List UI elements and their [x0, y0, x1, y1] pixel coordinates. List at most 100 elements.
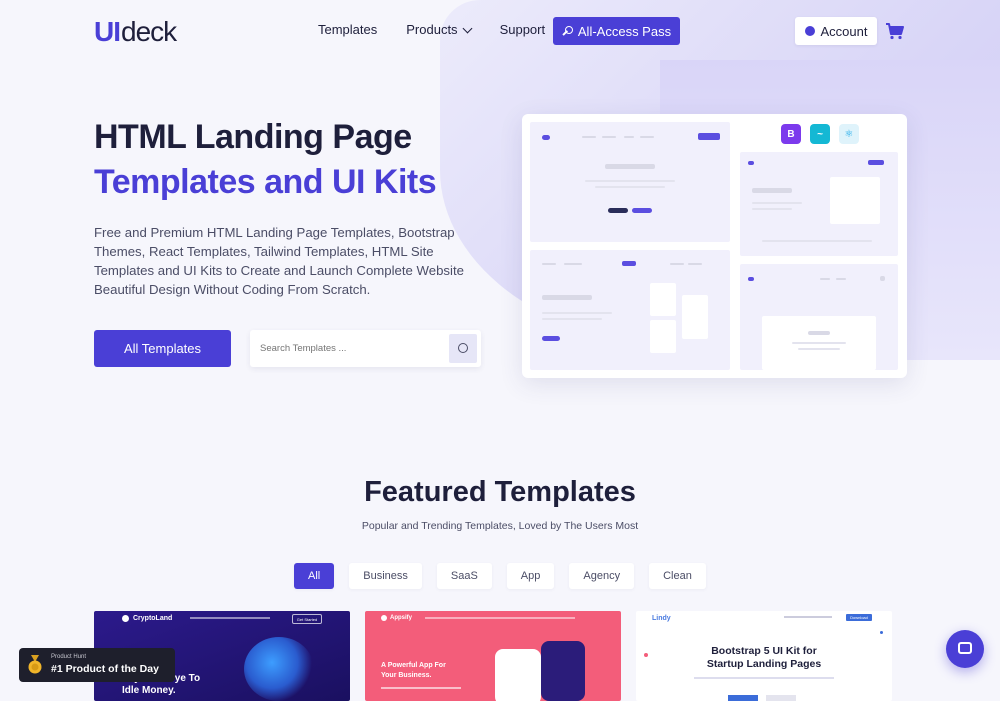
preview-line	[605, 164, 655, 169]
filter-agency[interactable]: Agency	[569, 563, 635, 589]
preview-line	[752, 188, 792, 193]
bootstrap-icon: B	[781, 124, 801, 144]
preview-line	[542, 318, 602, 320]
preview-line	[542, 312, 612, 314]
preview-button	[608, 208, 628, 213]
account-label: Account	[820, 23, 868, 39]
preview-line	[564, 263, 582, 265]
phone-mockup	[541, 641, 585, 701]
all-access-pass-button[interactable]: All-Access Pass	[553, 17, 680, 45]
card-headline-line2: Startup Landing Pages	[706, 658, 822, 670]
brand-logo-icon	[122, 615, 129, 622]
preview-logos	[762, 240, 872, 242]
preview-icon	[880, 276, 885, 281]
template-filters: All Business SaaS App Agency Clean	[294, 563, 706, 589]
card-nav	[190, 617, 270, 619]
nav-support[interactable]: Support	[500, 22, 546, 37]
logo-ui-text: UI	[94, 16, 121, 47]
card-headline: Bootstrap 5 UI Kit for Startup Landing P…	[636, 645, 892, 671]
card-text-line	[381, 687, 461, 689]
nav-products-label: Products	[406, 22, 458, 37]
uideck-logo[interactable]: UI deck	[94, 16, 177, 48]
all-templates-button[interactable]: All Templates	[94, 330, 231, 367]
user-icon	[804, 26, 815, 36]
filter-saas[interactable]: SaaS	[436, 563, 492, 589]
hero-description: Free and Premium HTML Landing Page Templ…	[94, 225, 464, 297]
preview-card	[530, 122, 730, 242]
filter-all[interactable]: All	[294, 563, 335, 589]
react-icon: ⚛	[839, 124, 859, 144]
brand-logo-icon	[381, 615, 387, 621]
card-headline-line1: Bootstrap 5 UI Kit for	[711, 645, 817, 657]
preview-card	[740, 152, 898, 256]
preview-card	[740, 264, 898, 370]
hero-title-line2: Templates and UI Kits	[94, 163, 437, 201]
filter-clean[interactable]: Clean	[649, 563, 706, 589]
card-decoration	[880, 631, 883, 634]
preview-line	[792, 342, 846, 344]
preview-line	[670, 263, 684, 265]
all-access-pass-label: All-Access Pass	[577, 23, 672, 39]
cart-icon[interactable]	[885, 22, 905, 40]
nav-products[interactable]: Products	[406, 22, 473, 37]
card-brand-label: Appsify	[390, 615, 413, 621]
chat-button[interactable]	[946, 630, 984, 668]
preview-image	[650, 320, 676, 353]
card-headline-line1: A Powerful App For	[381, 662, 446, 669]
preview-line	[820, 278, 830, 280]
coin-illustration	[244, 637, 314, 701]
main-nav: Templates Products Support	[318, 22, 545, 37]
preview-image	[830, 177, 880, 224]
search-box	[250, 330, 481, 367]
preview-logo	[748, 277, 754, 281]
medal-icon	[28, 655, 42, 674]
nav-templates[interactable]: Templates	[318, 22, 377, 37]
card-button	[766, 695, 796, 701]
product-hunt-title: #1 Product of the Day	[51, 663, 159, 675]
preview-button	[632, 208, 652, 213]
search-input[interactable]	[250, 330, 446, 367]
preview-line	[640, 136, 654, 138]
preview-line	[582, 136, 596, 138]
nav-templates-label: Templates	[318, 22, 378, 37]
chevron-down-icon	[462, 23, 473, 33]
preview-line	[836, 278, 846, 280]
key-icon	[562, 26, 573, 36]
card-button	[728, 695, 758, 701]
card-nav	[784, 616, 832, 618]
product-hunt-label: Product Hunt	[51, 654, 87, 660]
filter-business[interactable]: Business	[349, 563, 422, 589]
product-hunt-badge[interactable]: Product Hunt #1 Product of the Day	[19, 648, 175, 682]
preview-line	[602, 136, 616, 138]
preview-button	[542, 336, 560, 341]
featured-subtitle: Popular and Trending Templates, Loved by…	[361, 520, 639, 532]
card-brand-label: CryptoLand	[133, 615, 173, 622]
template-card-lindy[interactable]: Lindy Download Bootstrap 5 UI Kit for St…	[636, 611, 892, 701]
card-nav	[425, 617, 575, 619]
preview-line	[752, 208, 792, 210]
hero-title-line1: HTML Landing Page	[94, 118, 412, 156]
account-button[interactable]: Account	[795, 17, 877, 45]
card-brand: CryptoLand	[122, 615, 172, 622]
card-decoration	[644, 653, 648, 657]
filter-app[interactable]: App	[506, 563, 555, 589]
preview-image	[682, 295, 708, 339]
card-cta: Download	[846, 614, 872, 621]
preview-line	[808, 331, 830, 335]
preview-line	[752, 202, 802, 204]
preview-line	[688, 263, 702, 265]
preview-button	[868, 160, 884, 165]
preview-button	[698, 133, 720, 140]
template-card-appsify[interactable]: Appsify A Powerful App For Your Business…	[365, 611, 621, 701]
preview-line	[624, 136, 634, 138]
search-button[interactable]	[449, 334, 477, 363]
preview-logo	[622, 261, 636, 266]
logo-deck-text: deck	[121, 16, 177, 47]
phone-mockup	[495, 649, 541, 701]
card-brand: Appsify	[381, 615, 412, 621]
nav-support-label: Support	[499, 22, 546, 37]
preview-card	[530, 250, 730, 370]
card-text-line	[694, 677, 834, 679]
card-headline-line2: Idle Money.	[122, 685, 176, 696]
card-brand-label: Lindy	[652, 615, 671, 622]
